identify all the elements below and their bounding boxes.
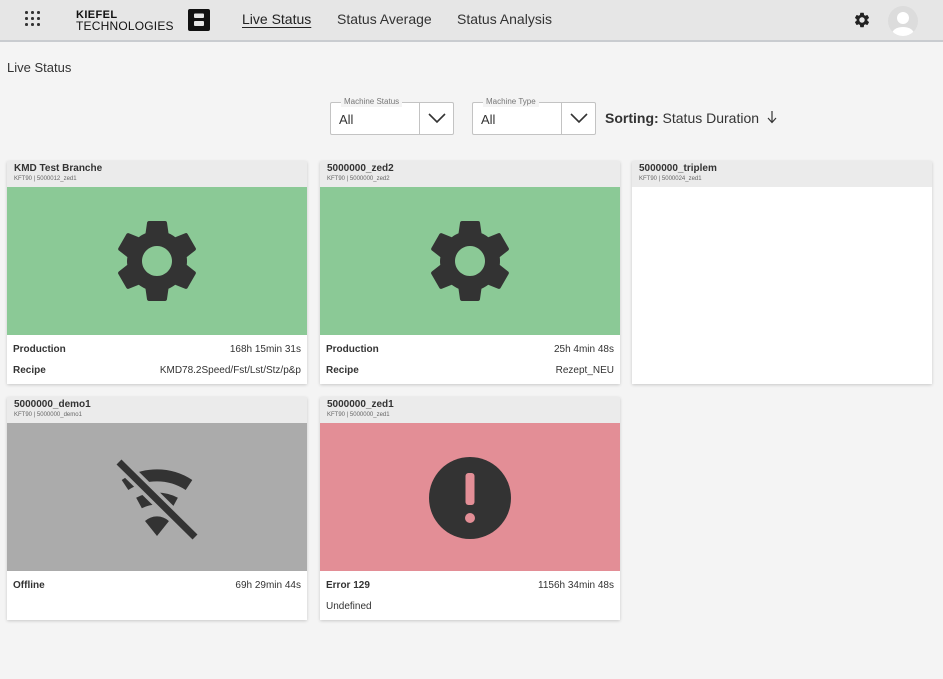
- card-header: KMD Test Branche KFT90 | 5000012_zed1: [7, 161, 307, 187]
- machine-type-select[interactable]: Machine Type All: [472, 97, 596, 135]
- page-title: Live Status: [7, 60, 72, 75]
- top-bar: KIEFEL TECHNOLOGIES Live Status Status A…: [0, 0, 943, 42]
- machine-card[interactable]: 5000000_zed2 KFT90 | 5000000_zed2 Produc…: [320, 161, 620, 384]
- status-label: Production: [326, 344, 379, 355]
- card-subtitle: KFT90 | 5000000_demo1: [14, 412, 82, 418]
- chevron-down-icon: [428, 113, 446, 124]
- company-logo[interactable]: KIEFEL TECHNOLOGIES: [76, 9, 216, 33]
- card-subtitle: KFT90 | 5000000_zed1: [327, 412, 390, 418]
- card-subtitle: KFT90 | 5000024_zed1: [639, 176, 702, 182]
- card-title: 5000000_demo1: [14, 399, 91, 410]
- card-header: 5000000_zed1 KFT90 | 5000000_zed1: [320, 397, 620, 423]
- logo-line2: TECHNOLOGIES: [76, 19, 174, 33]
- status-duration: 168h 15min 31s: [229, 344, 301, 355]
- card-subtitle: KFT90 | 5000000_zed2: [327, 176, 390, 182]
- status-label: Production: [13, 344, 66, 355]
- gear-icon[interactable]: [853, 11, 871, 29]
- nav-status-average[interactable]: Status Average: [337, 11, 432, 27]
- recipe-value: KMD78.2Speed/Fst/Lst/Stz/p&p: [159, 365, 301, 376]
- recipe-row: Recipe KMD78.2Speed/Fst/Lst/Stz/p&p: [13, 360, 301, 381]
- grid-icon[interactable]: [25, 11, 41, 27]
- machine-card[interactable]: 5000000_triplem KFT90 | 5000024_zed1: [632, 161, 932, 384]
- card-subtitle: KFT90 | 5000012_zed1: [14, 176, 77, 182]
- machine-type-dropdown[interactable]: [561, 103, 595, 134]
- machine-card[interactable]: 5000000_zed1 KFT90 | 5000000_zed1 Error …: [320, 397, 620, 620]
- status-area-production: [7, 187, 307, 335]
- machine-status-label: Machine Status: [341, 97, 403, 107]
- gear-icon: [431, 220, 509, 301]
- card-header: 5000000_zed2 KFT90 | 5000000_zed2: [320, 161, 620, 187]
- card-title: KMD Test Branche: [14, 163, 103, 174]
- card-title: 5000000_zed1: [327, 399, 394, 410]
- error-detail-row: Undefined: [326, 596, 614, 617]
- card-title: 5000000_triplem: [639, 163, 717, 174]
- arrow-down-icon[interactable]: [767, 111, 777, 124]
- nav-status-analysis[interactable]: Status Analysis: [457, 11, 552, 27]
- status-area-production: [320, 187, 620, 335]
- machine-type-value: All: [481, 112, 496, 127]
- status-row: Production 25h 4min 48s: [326, 339, 614, 360]
- wifi-off-icon: [114, 457, 200, 541]
- status-duration: 1156h 34min 48s: [538, 580, 614, 591]
- machine-status-select[interactable]: Machine Status All: [330, 97, 454, 135]
- machine-card[interactable]: 5000000_demo1 KFT90 | 5000000_demo1 Offl…: [7, 397, 307, 620]
- status-row: Error 129 1156h 34min 48s: [326, 575, 614, 596]
- status-duration: 69h 29min 44s: [235, 580, 301, 591]
- recipe-value: Rezept_NEU: [555, 365, 614, 376]
- card-header: 5000000_triplem KFT90 | 5000024_zed1: [632, 161, 932, 187]
- gear-icon: [118, 220, 196, 301]
- status-label: Offline: [13, 580, 45, 591]
- error-icon: [429, 457, 511, 539]
- recipe-label: Recipe: [13, 365, 46, 376]
- status-area-error: [320, 423, 620, 571]
- status-duration: 25h 4min 48s: [553, 344, 614, 355]
- nav-live-status[interactable]: Live Status: [242, 11, 311, 27]
- recipe-label: Recipe: [326, 365, 359, 376]
- chevron-down-icon: [570, 113, 588, 124]
- kiefel-b-logo-icon: [188, 9, 210, 31]
- sorting-control[interactable]: Sorting: Status Duration: [605, 110, 777, 126]
- status-row: Offline 69h 29min 44s: [13, 575, 301, 596]
- status-row: Production 168h 15min 31s: [13, 339, 301, 360]
- status-area-offline: [7, 423, 307, 571]
- sorting-label: Sorting:: [605, 110, 659, 126]
- machine-status-value: All: [339, 112, 354, 127]
- card-title: 5000000_zed2: [327, 163, 394, 174]
- error-detail: Undefined: [326, 601, 372, 612]
- machine-status-dropdown[interactable]: [419, 103, 453, 134]
- machine-card[interactable]: KMD Test Branche KFT90 | 5000012_zed1 Pr…: [7, 161, 307, 384]
- card-header: 5000000_demo1 KFT90 | 5000000_demo1: [7, 397, 307, 423]
- sorting-value: Status Duration: [662, 110, 760, 126]
- recipe-row: Recipe Rezept_NEU: [326, 360, 614, 381]
- user-avatar-icon[interactable]: [888, 6, 918, 36]
- status-label: Error 129: [326, 580, 370, 591]
- machine-type-label: Machine Type: [483, 97, 539, 107]
